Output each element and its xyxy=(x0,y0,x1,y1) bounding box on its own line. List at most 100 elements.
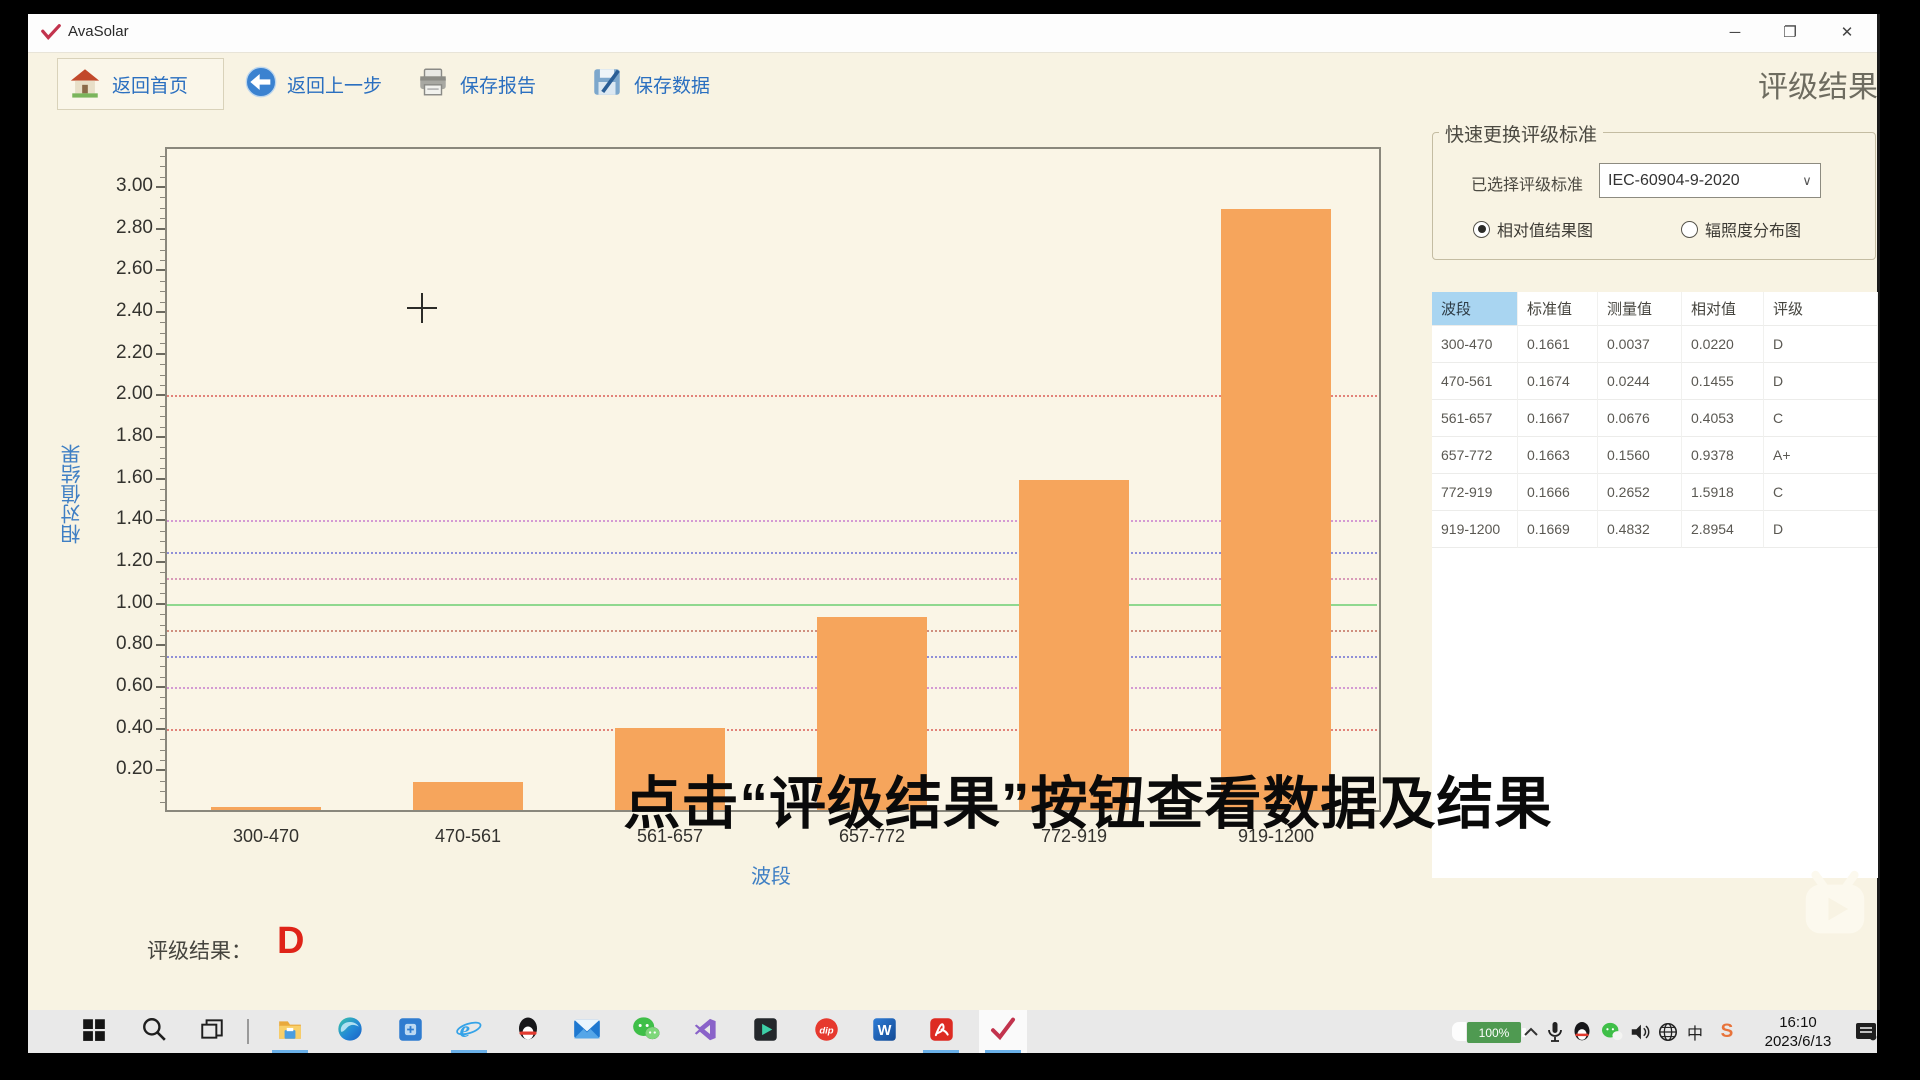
y-minor-tick-icon xyxy=(160,552,165,553)
table-cell[interactable]: 0.1455 xyxy=(1682,363,1764,400)
table-cell[interactable]: 657-772 xyxy=(1432,437,1518,474)
table-cell[interactable]: D xyxy=(1764,363,1878,400)
table-cell[interactable]: 0.0220 xyxy=(1682,326,1764,363)
y-minor-tick-icon xyxy=(160,531,165,532)
taskbar-item-wechat[interactable] xyxy=(622,1010,670,1053)
y-minor-tick-icon xyxy=(160,250,165,251)
y-minor-tick-icon xyxy=(160,156,165,157)
taskbar-item-start[interactable] xyxy=(70,1010,118,1053)
table-header-cell[interactable]: 标准值 xyxy=(1518,292,1598,326)
y-minor-tick-icon xyxy=(160,177,165,178)
taskbar: e dipW 100% 中 S 16:10 2023/6/13 xyxy=(28,1010,1877,1053)
table-cell[interactable]: C xyxy=(1764,400,1878,437)
minimize-button[interactable]: ─ xyxy=(1712,14,1758,52)
table-cell[interactable]: 772-919 xyxy=(1432,474,1518,511)
taskbar-item-red-circle-app[interactable]: dip xyxy=(802,1010,850,1053)
taskbar-item-edge[interactable] xyxy=(326,1010,374,1053)
standard-select-value: IEC-60904-9-2020 xyxy=(1600,172,1794,190)
table-cell[interactable]: D xyxy=(1764,326,1878,363)
table-cell[interactable]: C xyxy=(1764,474,1878,511)
table-cell[interactable]: 0.1560 xyxy=(1598,437,1682,474)
reference-line xyxy=(167,604,1377,606)
taskbar-item-visual-studio[interactable] xyxy=(681,1010,729,1053)
notification-center-icon[interactable] xyxy=(1848,1010,1884,1053)
table-cell[interactable]: 919-1200 xyxy=(1432,511,1518,548)
maximize-button[interactable]: ❐ xyxy=(1767,14,1813,52)
standard-select[interactable]: IEC-60904-9-2020 ∨ xyxy=(1599,163,1821,198)
taskbar-item-word[interactable]: W xyxy=(860,1010,908,1053)
taskbar-item-video-app[interactable] xyxy=(741,1010,789,1053)
battery-indicator[interactable]: 100% xyxy=(1466,1021,1522,1044)
taskbar-item-avasolar[interactable] xyxy=(979,1010,1027,1053)
radio-relative-result[interactable]: 相对值结果图 xyxy=(1473,217,1593,241)
table-cell[interactable]: 0.1667 xyxy=(1518,400,1598,437)
back-button[interactable]: 返回上一步 xyxy=(245,58,382,110)
crosshair-cursor xyxy=(421,293,423,323)
y-minor-tick-icon xyxy=(160,291,165,292)
y-minor-tick-icon xyxy=(160,781,165,782)
chart-bar xyxy=(1221,209,1331,810)
y-minor-tick-icon xyxy=(160,406,165,407)
y-major-tick-icon xyxy=(156,644,165,646)
table-header-cell[interactable]: 测量值 xyxy=(1598,292,1682,326)
visual-studio-icon xyxy=(692,1016,719,1048)
tray-wechat-icon[interactable] xyxy=(1598,1010,1626,1053)
y-minor-tick-icon xyxy=(160,708,165,709)
table-cell[interactable]: 0.0244 xyxy=(1598,363,1682,400)
taskbar-item-acrobat[interactable] xyxy=(917,1010,965,1053)
table-cell[interactable]: 0.1663 xyxy=(1518,437,1598,474)
taskbar-item-search[interactable] xyxy=(130,1010,178,1053)
table-cell[interactable]: 561-657 xyxy=(1432,400,1518,437)
y-tick-label: 0.40 xyxy=(73,717,153,739)
taskbar-item-qq[interactable] xyxy=(504,1010,552,1053)
taskbar-item-internet-explorer[interactable]: e xyxy=(445,1010,493,1053)
y-minor-tick-icon xyxy=(160,572,165,573)
save-report-button[interactable]: 保存报告 xyxy=(416,58,536,110)
table-cell[interactable]: 0.1661 xyxy=(1518,326,1598,363)
radio-unselected-icon xyxy=(1681,221,1698,238)
tray-ime-icon[interactable]: 中 xyxy=(1682,1010,1708,1053)
table-header-cell[interactable]: 相对值 xyxy=(1682,292,1764,326)
table-cell[interactable]: 2.8954 xyxy=(1682,511,1764,548)
table-cell[interactable]: 0.0037 xyxy=(1598,326,1682,363)
table-cell[interactable]: 0.2652 xyxy=(1598,474,1682,511)
table-cell[interactable]: 470-561 xyxy=(1432,363,1518,400)
y-tick-label: 1.20 xyxy=(73,550,153,572)
y-tick-label: 1.40 xyxy=(73,508,153,530)
table-cell[interactable]: A+ xyxy=(1764,437,1878,474)
edge-icon xyxy=(336,1015,364,1048)
close-button[interactable]: ✕ xyxy=(1824,14,1870,52)
table-cell[interactable]: 0.4832 xyxy=(1598,511,1682,548)
table-cell[interactable]: 0.9378 xyxy=(1682,437,1764,474)
tray-microphone-icon[interactable] xyxy=(1542,1010,1568,1053)
tray-sogou-icon[interactable]: S xyxy=(1714,1010,1740,1053)
tray-network-globe-icon[interactable] xyxy=(1654,1010,1682,1053)
table-header-cell[interactable]: 评级 xyxy=(1764,292,1878,326)
taskbar-item-task-view[interactable] xyxy=(188,1010,236,1053)
table-cell[interactable]: 0.1666 xyxy=(1518,474,1598,511)
tray-qq-icon[interactable] xyxy=(1568,1010,1596,1053)
table-header-cell[interactable]: 波段 xyxy=(1432,292,1518,326)
table-cell[interactable]: D xyxy=(1764,511,1878,548)
y-major-tick-icon xyxy=(156,394,165,396)
table-cell[interactable]: 300-470 xyxy=(1432,326,1518,363)
tray-speaker-icon[interactable] xyxy=(1626,1010,1654,1053)
table-cell[interactable]: 0.1669 xyxy=(1518,511,1598,548)
y-tick-label: 2.80 xyxy=(73,217,153,239)
table-cell[interactable]: 0.1674 xyxy=(1518,363,1598,400)
tray-chevron-up-icon[interactable] xyxy=(1520,1010,1542,1053)
save-data-button[interactable]: 保存数据 xyxy=(590,58,710,110)
radio-irradiance-dist[interactable]: 辐照度分布图 xyxy=(1681,217,1801,241)
taskbar-item-blue-app[interactable] xyxy=(386,1010,434,1053)
table-cell[interactable]: 0.4053 xyxy=(1682,400,1764,437)
table-cell[interactable]: 0.0676 xyxy=(1598,400,1682,437)
taskbar-item-file-explorer[interactable] xyxy=(266,1010,314,1053)
y-minor-tick-icon xyxy=(160,427,165,428)
taskbar-item-mail[interactable] xyxy=(563,1010,611,1053)
home-button[interactable]: 返回首页 xyxy=(57,58,224,110)
taskbar-separator xyxy=(247,1019,249,1044)
taskbar-clock[interactable]: 16:10 2023/6/13 xyxy=(1753,1013,1843,1051)
y-major-tick-icon xyxy=(156,436,165,438)
table-cell[interactable]: 1.5918 xyxy=(1682,474,1764,511)
y-minor-tick-icon xyxy=(160,375,165,376)
